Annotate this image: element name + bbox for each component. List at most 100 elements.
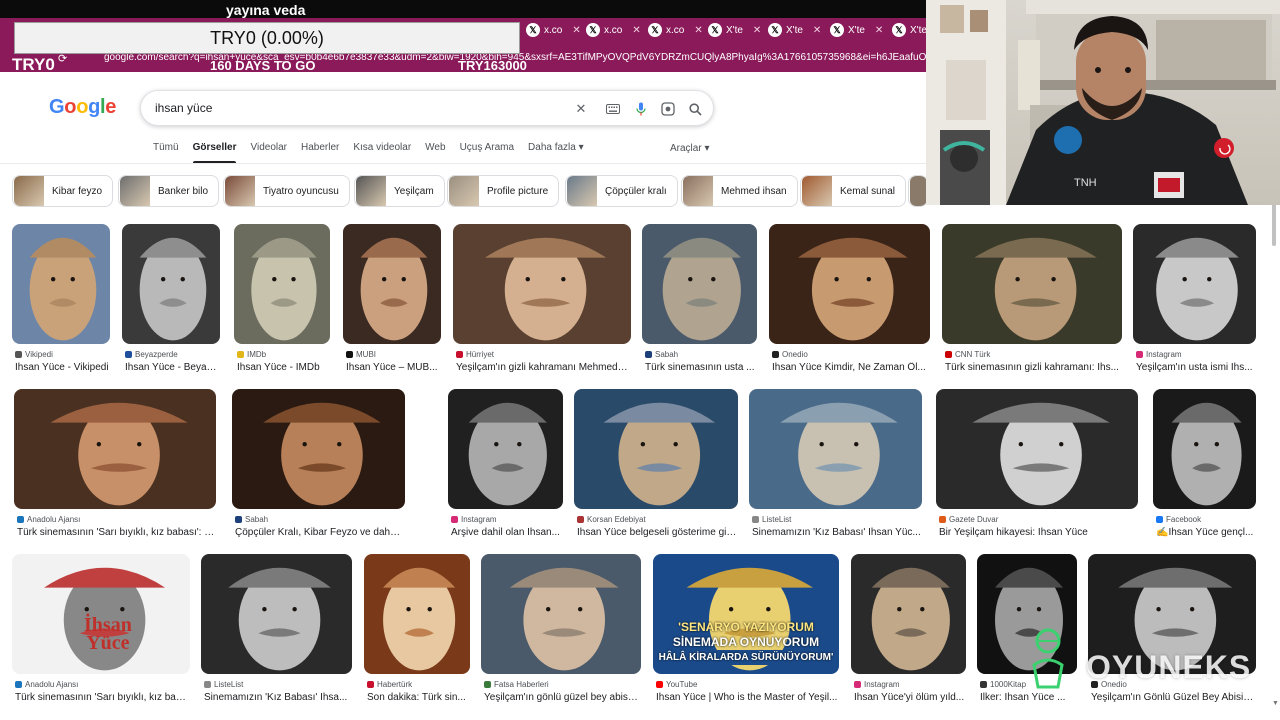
result-source[interactable]: Onedio <box>772 350 808 359</box>
result-thumbnail[interactable] <box>201 554 352 674</box>
result-title[interactable]: Arşive dahil olan İhsan... <box>451 527 562 538</box>
nav-tab[interactable]: Tümü <box>153 142 179 162</box>
result-thumbnail[interactable] <box>234 224 330 344</box>
result-thumbnail[interactable] <box>942 224 1122 344</box>
result-source[interactable]: Gazete Duvar <box>939 515 998 524</box>
result-title[interactable]: İhsan Yüce Kimdir, Ne Zaman Öl... <box>772 362 929 373</box>
result-thumbnail[interactable] <box>122 224 220 344</box>
related-chip[interactable] <box>908 175 926 207</box>
browser-tab[interactable]: 𝕏x.co ✕ <box>526 20 581 40</box>
browser-tab[interactable]: 𝕏 X'te <box>892 20 927 40</box>
search-icon[interactable] <box>685 99 705 119</box>
related-chip[interactable]: Mehmed ihsan <box>681 175 798 207</box>
image-result[interactable]: ListeList Sinemamızın 'Kız Babası' İhsan … <box>749 389 922 545</box>
result-title[interactable]: Sinemamızın 'Kız Babası' İhsan Yüc... <box>752 527 921 538</box>
result-source[interactable]: Habertürk <box>367 680 412 689</box>
result-title[interactable]: Bir Yeşilçam hikayesi: İhsan Yüce <box>939 527 1137 538</box>
microphone-icon[interactable] <box>631 99 651 119</box>
browser-tab[interactable]: 𝕏 X'te ✕ <box>768 20 821 40</box>
result-source[interactable]: Vikipedi <box>15 350 53 359</box>
result-thumbnail[interactable] <box>12 224 110 344</box>
result-thumbnail[interactable]: 'SENARYO YAZIYORUM SİNEMADA OYNUYORUM HÂLÂ… <box>653 554 839 674</box>
browser-tab[interactable]: 𝕏x.co ✕ <box>648 20 703 40</box>
lens-icon[interactable] <box>658 99 678 119</box>
result-title[interactable]: İhsan Yüce | Who is the Master of Yeşil.… <box>656 692 838 703</box>
result-thumbnail[interactable] <box>936 389 1138 509</box>
result-thumbnail[interactable] <box>14 389 216 509</box>
result-thumbnail[interactable] <box>343 224 441 344</box>
close-tab-icon[interactable]: ✕ <box>753 25 761 36</box>
google-logo[interactable]: Google <box>49 96 116 119</box>
result-source[interactable]: Facebook <box>1156 515 1201 524</box>
result-source[interactable]: Sabah <box>235 515 268 524</box>
result-thumbnail[interactable] <box>448 389 563 509</box>
result-title[interactable]: Türk sinemasının 'Sarı bıyıklı, kız baba… <box>17 527 215 538</box>
result-title[interactable]: Türk sinemasının 'Sarı bıyıklı, kız bab.… <box>15 692 189 703</box>
result-title[interactable]: İhsan Yüce - Vikipedi <box>15 362 109 373</box>
image-result[interactable]: Sabah Türk sinemasının usta ... <box>642 224 757 380</box>
image-result[interactable]: Facebook ✍️İhsan Yüce gençl... <box>1153 389 1256 545</box>
result-source[interactable]: Hürriyet <box>456 350 494 359</box>
result-title[interactable]: ✍️İhsan Yüce gençl... <box>1156 527 1255 538</box>
close-tab-icon[interactable]: ✕ <box>572 25 580 36</box>
image-result[interactable]: ListeList Sinemamızın 'Kız Babası' İhsa..… <box>201 554 352 710</box>
close-tab-icon[interactable]: ✕ <box>632 25 640 36</box>
image-result[interactable]: MUBI İhsan Yüce – MUB... <box>343 224 441 380</box>
result-title[interactable]: Son dakika: Türk sin... <box>367 692 469 703</box>
result-source[interactable]: Anadolu Ajansı <box>15 680 78 689</box>
result-thumbnail[interactable] <box>851 554 966 674</box>
result-title[interactable]: İhsan Yüce - Beyaz... <box>125 362 219 373</box>
image-result[interactable]: Instagram İhsan Yüce'yi ölüm yıld... <box>851 554 966 710</box>
result-title[interactable]: Çöpçüler Kralı, Kibar Feyzo ve daha nice… <box>235 527 404 538</box>
image-result[interactable]: Fatsa Haberleri Yeşilçam'ın gönlü güzel b… <box>481 554 641 710</box>
result-title[interactable]: Türk sinemasının gizli kahramanı: İhs... <box>945 362 1121 373</box>
result-source[interactable]: IMDb <box>237 350 266 359</box>
result-thumbnail[interactable] <box>232 389 405 509</box>
browser-tab[interactable]: 𝕏x.co ✕ <box>586 20 641 40</box>
image-result[interactable]: CNN Türk Türk sinemasının gizli kahramanı… <box>942 224 1122 380</box>
nav-tab[interactable]: Daha fazla ▾ <box>528 142 584 162</box>
result-title[interactable]: Yeşilçam'ın gönlü güzel bey abisi ... <box>484 692 640 703</box>
image-result[interactable]: 'SENARYO YAZIYORUM SİNEMADA OYNUYORUM HÂLÂ… <box>653 554 839 710</box>
image-result[interactable]: IMDb İhsan Yüce - IMDb <box>234 224 330 380</box>
image-result[interactable]: Instagram Arşive dahil olan İhsan... <box>448 389 563 545</box>
result-source[interactable]: ListeList <box>752 515 791 524</box>
result-title[interactable]: İhsan Yüce belgeseli gösterime gir... <box>577 527 737 538</box>
result-title[interactable]: İhsan Yüce - IMDb <box>237 362 329 373</box>
image-result[interactable]: İhsan Yüce Anadolu Ajansı Türk sinemasının… <box>12 554 190 710</box>
tools-menu[interactable]: Araçlar ▾ <box>670 143 709 154</box>
nav-tab[interactable]: Uçuş Arama <box>460 142 514 162</box>
result-source[interactable]: 1000Kitap <box>980 680 1026 689</box>
image-result[interactable]: Instagram Yeşilçam'ın usta ismi İhs... <box>1133 224 1256 380</box>
nav-tab[interactable]: Videolar <box>250 142 287 162</box>
result-title[interactable]: Yeşilçam'ın gizli kahramanı Mehmed İ... <box>456 362 630 373</box>
image-result[interactable]: Hürriyet Yeşilçam'ın gizli kahramanı Mehm… <box>453 224 631 380</box>
result-title[interactable]: İhsan Yüce'yi ölüm yıld... <box>854 692 965 703</box>
browser-tab[interactable]: 𝕏 X'te ✕ <box>830 20 883 40</box>
result-source[interactable]: ListeList <box>204 680 243 689</box>
scrollbar[interactable] <box>1270 164 1278 720</box>
clear-icon[interactable]: ✕ <box>571 99 591 119</box>
related-chip[interactable]: Kemal sunal <box>800 175 907 207</box>
nav-tab[interactable]: Haberler <box>301 142 339 162</box>
result-thumbnail[interactable] <box>749 389 922 509</box>
related-chip[interactable]: Banker bilo <box>118 175 220 207</box>
image-result[interactable]: Gazete Duvar Bir Yeşilçam hikayesi: İhsan… <box>936 389 1138 545</box>
result-thumbnail[interactable] <box>769 224 930 344</box>
scroll-down-arrow[interactable]: ▼ <box>1272 700 1279 707</box>
related-chip[interactable]: Kibar feyzo <box>12 175 114 207</box>
result-thumbnail[interactable] <box>453 224 631 344</box>
nav-tab[interactable]: Kısa videolar <box>353 142 411 162</box>
image-result[interactable]: Sabah Çöpçüler Kralı, Kibar Feyzo ve daha… <box>232 389 405 545</box>
result-source[interactable]: CNN Türk <box>945 350 990 359</box>
image-result[interactable]: Vikipedi İhsan Yüce - Vikipedi <box>12 224 110 380</box>
result-thumbnail[interactable] <box>481 554 641 674</box>
result-source[interactable]: Fatsa Haberleri <box>484 680 549 689</box>
related-chip[interactable]: Tiyatro oyuncusu <box>223 175 350 207</box>
close-tab-icon[interactable]: ✕ <box>694 25 702 36</box>
result-title[interactable]: Sinemamızın 'Kız Babası' İhsa... <box>204 692 351 703</box>
browser-tab[interactable]: 𝕏 X'te ✕ <box>708 20 761 40</box>
result-thumbnail[interactable]: İhsan Yüce <box>12 554 190 674</box>
image-result[interactable]: Korsan Edebiyat İhsan Yüce belgeseli göst… <box>574 389 738 545</box>
result-source[interactable]: Instagram <box>854 680 900 689</box>
